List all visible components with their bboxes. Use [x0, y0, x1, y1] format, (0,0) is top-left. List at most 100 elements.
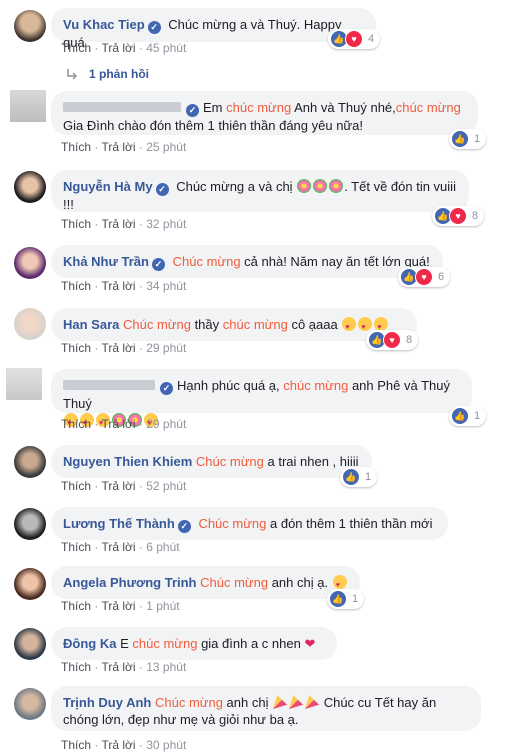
- author-name[interactable]: Vu Khac Tiep: [63, 17, 145, 32]
- reaction-count[interactable]: 👍 1: [327, 589, 365, 609]
- reaction-count[interactable]: 👍 ♥ 8: [366, 330, 419, 350]
- author-name[interactable]: Nguyễn Hà My: [63, 179, 153, 194]
- like-link[interactable]: Thích: [61, 660, 91, 674]
- avatar[interactable]: [10, 90, 46, 122]
- comment-actions: Thích · Trả lời · 52 phút: [61, 479, 187, 493]
- comment-actions: Thích · Trả lời · 6 phút: [61, 540, 180, 554]
- like-reaction-icon: 👍: [451, 407, 469, 425]
- like-link[interactable]: Thích: [61, 140, 91, 154]
- timestamp[interactable]: 52 phút: [146, 479, 186, 493]
- verified-badge-icon: ✓: [151, 258, 165, 271]
- comment-bubble: Nguyễn Hà My ✓ Chúc mừng a và chị . Tết v…: [51, 170, 469, 212]
- reply-link[interactable]: Trả lời: [101, 140, 135, 154]
- comment-actions: Thích · Trả lời · 13 phút: [61, 660, 187, 674]
- hidden-author-name: [63, 380, 155, 390]
- reply-link[interactable]: Trả lời: [101, 660, 135, 674]
- author-name[interactable]: Angela Phương Trinh: [63, 575, 197, 590]
- avatar[interactable]: [14, 308, 46, 340]
- author-name[interactable]: Đông Ka: [63, 636, 116, 651]
- like-link[interactable]: Thích: [61, 341, 91, 355]
- like-reaction-icon: 👍: [451, 130, 469, 148]
- like-link[interactable]: Thích: [61, 479, 91, 493]
- view-replies-link[interactable]: 1 phản hồi: [89, 67, 149, 81]
- comment-bubble: Lương Thế Thành ✓ Chúc mừng a đón thêm 1 …: [51, 507, 448, 540]
- reaction-count[interactable]: 👍 ♥ 4: [328, 29, 381, 49]
- comment-actions: Thích · Trả lời · 45 phút: [61, 41, 187, 55]
- comment-bubble: ✓ Hạnh phúc quá ạ, chúc mừng anh Phê và T…: [51, 369, 472, 432]
- avatar[interactable]: [14, 568, 46, 600]
- reply-link[interactable]: Trả lời: [101, 417, 135, 431]
- reply-link[interactable]: Trả lời: [101, 540, 135, 554]
- love-reaction-icon: ♥: [415, 268, 433, 286]
- timestamp[interactable]: 13 phút: [146, 660, 186, 674]
- author-name[interactable]: Nguyen Thien Khiem: [63, 454, 192, 469]
- heart-eyes-emoji-icon: [374, 317, 389, 336]
- reaction-count[interactable]: 👍 ♥ 6: [398, 267, 451, 287]
- author-name[interactable]: Han Sara: [63, 317, 119, 332]
- comment-actions: Thích · Trả lời · 29 phút: [61, 341, 187, 355]
- love-reaction-icon: ♥: [383, 331, 401, 349]
- comment-bubble: Khả Như Trần ✓ Chúc mừng cả nhà! Năm nay …: [51, 245, 443, 278]
- reaction-count[interactable]: 👍 ♥ 8: [432, 206, 485, 226]
- love-reaction-icon: ♥: [345, 30, 363, 48]
- comment-bubble: Angela Phương Trinh Chúc mừng anh chị ạ.: [51, 566, 360, 599]
- like-link[interactable]: Thích: [61, 599, 91, 613]
- comment-bubble: Nguyen Thien Khiem Chúc mừng a trai nhen…: [51, 445, 372, 478]
- reply-link[interactable]: Trả lời: [101, 599, 135, 613]
- reply-link[interactable]: Trả lời: [101, 738, 135, 752]
- reply-link[interactable]: Trả lời: [101, 41, 135, 55]
- comment-bubble: Trịnh Duy Anh Chúc mừng anh chị Chúc cu …: [51, 686, 481, 731]
- avatar[interactable]: [6, 368, 42, 400]
- like-link[interactable]: Thích: [61, 540, 91, 554]
- avatar[interactable]: [14, 247, 46, 279]
- avatar[interactable]: [14, 688, 46, 720]
- timestamp[interactable]: 34 phút: [146, 279, 186, 293]
- verified-badge-icon: ✓: [186, 104, 199, 117]
- comment-bubble: Han Sara Chúc mừng thầy chúc mừng cô ạaa…: [51, 308, 417, 341]
- reaction-count[interactable]: 👍 1: [340, 467, 378, 487]
- red-heart-emoji-icon: ❤: [304, 636, 316, 651]
- avatar[interactable]: [14, 446, 46, 478]
- love-reaction-icon: ♥: [449, 207, 467, 225]
- avatar[interactable]: [14, 171, 46, 203]
- timestamp[interactable]: 45 phút: [146, 41, 186, 55]
- timestamp[interactable]: 1 phút: [146, 599, 179, 613]
- timestamp[interactable]: 29 phút: [146, 341, 186, 355]
- timestamp[interactable]: 30 phút: [146, 738, 186, 752]
- comment-actions: Thích · Trả lời · 25 phút: [61, 140, 187, 154]
- party-popper-emoji-icon: [289, 695, 304, 709]
- reply-link[interactable]: Trả lời: [101, 279, 135, 293]
- avatar[interactable]: [14, 628, 46, 660]
- avatar[interactable]: [14, 508, 46, 540]
- author-name[interactable]: Khả Như Trần: [63, 254, 149, 269]
- heart-eyes-emoji-icon: [358, 317, 373, 336]
- timestamp[interactable]: 25 phút: [146, 140, 186, 154]
- hidden-author-name: [63, 102, 181, 112]
- reply-arrow-icon: [67, 69, 78, 80]
- timestamp[interactable]: 32 phút: [146, 217, 186, 231]
- comment-actions: Thích · Trả lời · 1 phút: [61, 599, 180, 613]
- verified-badge-icon: ✓: [160, 382, 173, 395]
- like-link[interactable]: Thích: [61, 279, 91, 293]
- author-name[interactable]: Trịnh Duy Anh: [63, 695, 151, 710]
- like-link[interactable]: Thích: [61, 738, 91, 752]
- reply-link[interactable]: Trả lời: [101, 217, 135, 231]
- reply-link[interactable]: Trả lời: [101, 479, 135, 493]
- verified-badge-icon: ✓: [147, 21, 161, 34]
- like-link[interactable]: Thích: [61, 417, 91, 431]
- flower-emoji-icon: [297, 179, 312, 193]
- reaction-count[interactable]: 👍 1: [449, 406, 487, 426]
- reply-link[interactable]: Trả lời: [101, 341, 135, 355]
- heart-eyes-emoji-icon: [332, 575, 347, 594]
- comment-actions: Thích · Trả lời · 34 phút: [61, 279, 187, 293]
- comment-actions: Thích · Trả lời · 30 phút: [61, 738, 187, 752]
- timestamp[interactable]: 29 phút: [146, 417, 186, 431]
- timestamp[interactable]: 6 phút: [146, 540, 179, 554]
- like-link[interactable]: Thích: [61, 41, 91, 55]
- author-name[interactable]: Lương Thế Thành: [63, 516, 175, 531]
- avatar[interactable]: [14, 10, 46, 42]
- comment-actions: Thích · Trả lời · 32 phút: [61, 217, 187, 231]
- like-link[interactable]: Thích: [61, 217, 91, 231]
- reaction-count[interactable]: 👍 1: [449, 129, 487, 149]
- like-reaction-icon: 👍: [329, 590, 347, 608]
